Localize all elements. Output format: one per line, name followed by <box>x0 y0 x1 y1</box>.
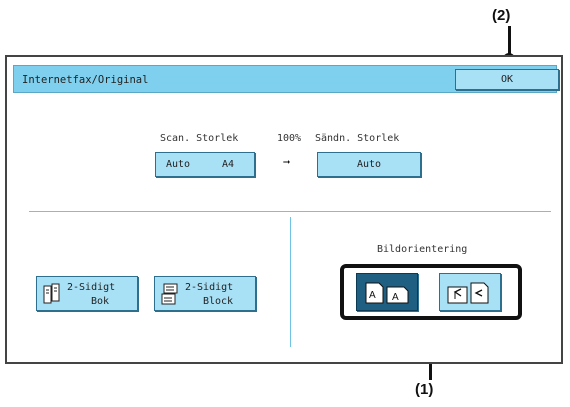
orientation-label: Bildorientering <box>377 244 468 255</box>
callout-2-line <box>508 26 511 56</box>
landscape-orientation-button[interactable] <box>439 273 501 311</box>
horizontal-divider <box>29 211 551 212</box>
ok-button[interactable]: OK <box>455 69 559 90</box>
scan-size-paper: A4 <box>222 159 235 170</box>
arrow-icon: ➞ <box>283 155 291 169</box>
callout-2: (2) <box>492 7 511 24</box>
scan-size-button[interactable]: Auto A4 <box>155 152 255 177</box>
duplex-block-line1: 2-Sidigt <box>185 282 234 293</box>
book-icon <box>43 283 60 304</box>
scan-size-label: Scan. Storlek <box>160 133 239 144</box>
duplex-book-line1: 2-Sidigt <box>67 282 116 293</box>
duplex-block-button[interactable]: 2-Sidigt Block <box>154 276 256 311</box>
duplex-book-line2: Bok <box>90 296 110 307</box>
svg-text:A: A <box>369 290 376 301</box>
send-size-label: Sändn. Storlek <box>315 133 400 144</box>
callout-1: (1) <box>415 381 434 398</box>
internetfax-original-window: Internetfax/Original OK Scan. Storlek 10… <box>5 55 563 364</box>
portrait-orientation-icon: A A <box>365 282 409 304</box>
duplex-book-button[interactable]: 2-Sidigt Bok <box>36 276 138 311</box>
landscape-orientation-icon <box>447 282 489 304</box>
scan-size-mode: Auto <box>166 159 191 170</box>
window-title: Internetfax/Original <box>22 74 149 86</box>
portrait-orientation-button[interactable]: A A <box>356 273 418 311</box>
ratio-label: 100% <box>277 133 302 144</box>
vertical-divider <box>290 217 291 347</box>
tablet-icon <box>161 283 178 305</box>
orientation-highlight: A A <box>340 264 522 320</box>
duplex-block-line2: Block <box>202 296 234 307</box>
svg-text:A: A <box>392 292 399 303</box>
send-size-button[interactable]: Auto <box>317 152 421 177</box>
